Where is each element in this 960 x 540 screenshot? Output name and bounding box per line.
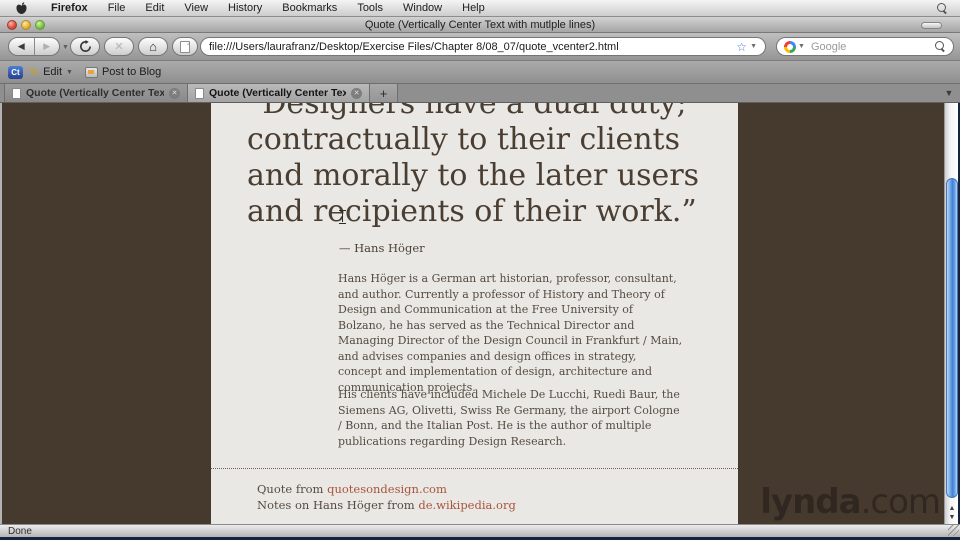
blog-icon (84, 66, 98, 78)
text-cursor (338, 210, 347, 223)
bookmark-post-label: Post to Blog (101, 66, 162, 78)
reload-button[interactable] (70, 37, 100, 56)
bio-paragraph: His clients have included Michele De Luc… (338, 388, 680, 448)
scrollbar-arrows: ▲ ▼ (945, 484, 958, 524)
page-proxy-chip[interactable] (172, 37, 198, 56)
search-engine-dropdown-icon[interactable]: ▼ (798, 43, 805, 50)
home-icon: ⌂ (149, 39, 157, 54)
quotesondesign-link[interactable]: quotesondesign.com (327, 482, 447, 496)
quote-line: and morally to the later users (247, 158, 700, 193)
tab-quote-vcenter[interactable]: Quote (Vertically Center Text) ✕ (4, 84, 188, 102)
stop-button[interactable]: ✕ (104, 37, 134, 56)
toolbar-toggle-pill[interactable] (921, 22, 942, 29)
bookmark-edit-label: Edit (43, 66, 63, 78)
tab-label: Quote (Vertically Center Text w… (209, 87, 346, 99)
bookmark-post-to-blog[interactable]: Post to Blog (79, 66, 167, 78)
stop-icon: ✕ (114, 41, 124, 53)
search-go-icon[interactable] (935, 41, 946, 52)
tab-label: Quote (Vertically Center Text) (26, 87, 164, 99)
pencil-icon: ✎ (29, 65, 40, 79)
home-button[interactable]: ⌂ (138, 37, 168, 56)
ct-bookmark-icon[interactable]: Ct (8, 65, 23, 79)
footer-text: Quote from (257, 482, 328, 496)
tab-close-icon[interactable]: ✕ (351, 87, 362, 99)
vertical-scrollbar[interactable]: ▲ ▼ (944, 103, 958, 524)
scrollbar-thumb[interactable] (946, 178, 958, 498)
tab-close-icon[interactable]: ✕ (169, 87, 180, 99)
footer-text: Notes on Hans Höger from (257, 498, 419, 512)
status-text: Done (8, 525, 32, 537)
menu-help[interactable]: Help (452, 2, 495, 14)
watermark-brand: lynda (760, 482, 861, 522)
watermark-tld: .com (860, 482, 941, 522)
history-dropdown-icon[interactable]: ▼ (62, 44, 69, 51)
forward-button[interactable]: ▶ (35, 41, 60, 52)
mac-menu-bar: Firefox File Edit View History Bookmarks… (0, 0, 960, 17)
quote-attribution: — Hans Höger (339, 241, 425, 255)
tab-quote-vcenter2-active[interactable]: Quote (Vertically Center Text w… ✕ (188, 84, 370, 102)
back-button[interactable]: ◀ (9, 41, 34, 52)
footer-line-quote-source: Quote from quotesondesign.com (257, 481, 738, 497)
scroll-down-icon[interactable]: ▼ (949, 514, 956, 521)
tab-bar: Quote (Vertically Center Text) ✕ Quote (… (0, 84, 960, 103)
search-placeholder[interactable]: Google (811, 41, 935, 53)
menu-edit[interactable]: Edit (135, 2, 174, 14)
url-text[interactable]: file:///Users/laurafranz/Desktop/Exercis… (209, 41, 730, 53)
page-content-column: “Designers have a dual duty; contractual… (211, 103, 738, 524)
bookmarks-toolbar: Ct ✎ Edit ▼ Post to Blog (0, 61, 960, 84)
bookmark-star-icon[interactable]: ☆ (736, 40, 747, 54)
footer-line-notes-source: Notes on Hans Höger from de.wikipedia.or… (257, 497, 738, 513)
list-all-tabs-icon[interactable]: ▼ (938, 84, 960, 102)
window-title: Quote (Vertically Center Text with mutlp… (364, 18, 596, 31)
menu-file[interactable]: File (98, 2, 136, 14)
apple-menu-icon[interactable] (16, 1, 27, 15)
new-tab-button[interactable]: + (370, 84, 398, 102)
google-engine-icon[interactable] (784, 40, 796, 53)
tab-page-icon (195, 87, 204, 99)
quote-line: and recipients of their work.” (247, 194, 697, 229)
menu-history[interactable]: History (218, 2, 272, 14)
quote-line: contractually to their clients (247, 122, 680, 157)
location-dropdown-icon[interactable]: ▼ (750, 43, 757, 50)
bio-paragraph: Hans Höger is a German art historian, pr… (338, 272, 683, 394)
menu-view[interactable]: View (174, 2, 218, 14)
edit-dropdown-icon: ▼ (66, 68, 73, 76)
navigation-toolbar: ◀ ▶ ▼ ✕ ⌂ file:///Users/laurafranz/Deskt… (0, 33, 960, 61)
page-icon (180, 40, 190, 53)
window-title-bar: Quote (Vertically Center Text with mutlp… (0, 17, 960, 33)
tab-page-icon (12, 87, 21, 99)
wikipedia-link[interactable]: de.wikipedia.org (418, 498, 516, 512)
resize-grip[interactable] (948, 525, 959, 536)
location-bar[interactable]: file:///Users/laurafranz/Desktop/Exercis… (200, 37, 766, 56)
lynda-watermark: lynda.com (760, 482, 941, 522)
menu-window[interactable]: Window (393, 2, 452, 14)
browser-viewport: “Designers have a dual duty; contractual… (0, 103, 958, 524)
blockquote: “Designers have a dual duty; contractual… (247, 103, 710, 230)
bookmark-edit[interactable]: ✎ Edit ▼ (23, 65, 79, 79)
menu-bookmarks[interactable]: Bookmarks (272, 2, 347, 14)
reload-icon (79, 40, 91, 52)
quote-line: “Designers have a dual duty; (247, 103, 687, 121)
web-search-box[interactable]: ▼ Google (776, 37, 954, 56)
menu-firefox[interactable]: Firefox (41, 2, 98, 14)
page-footer: Quote from quotesondesign.com Notes on H… (211, 468, 738, 513)
scroll-up-icon[interactable]: ▲ (949, 505, 956, 512)
back-forward-buttons: ◀ ▶ (8, 37, 60, 56)
menu-tools[interactable]: Tools (347, 2, 393, 14)
spotlight-search-icon[interactable] (937, 2, 948, 14)
status-bar: Done (0, 524, 960, 537)
